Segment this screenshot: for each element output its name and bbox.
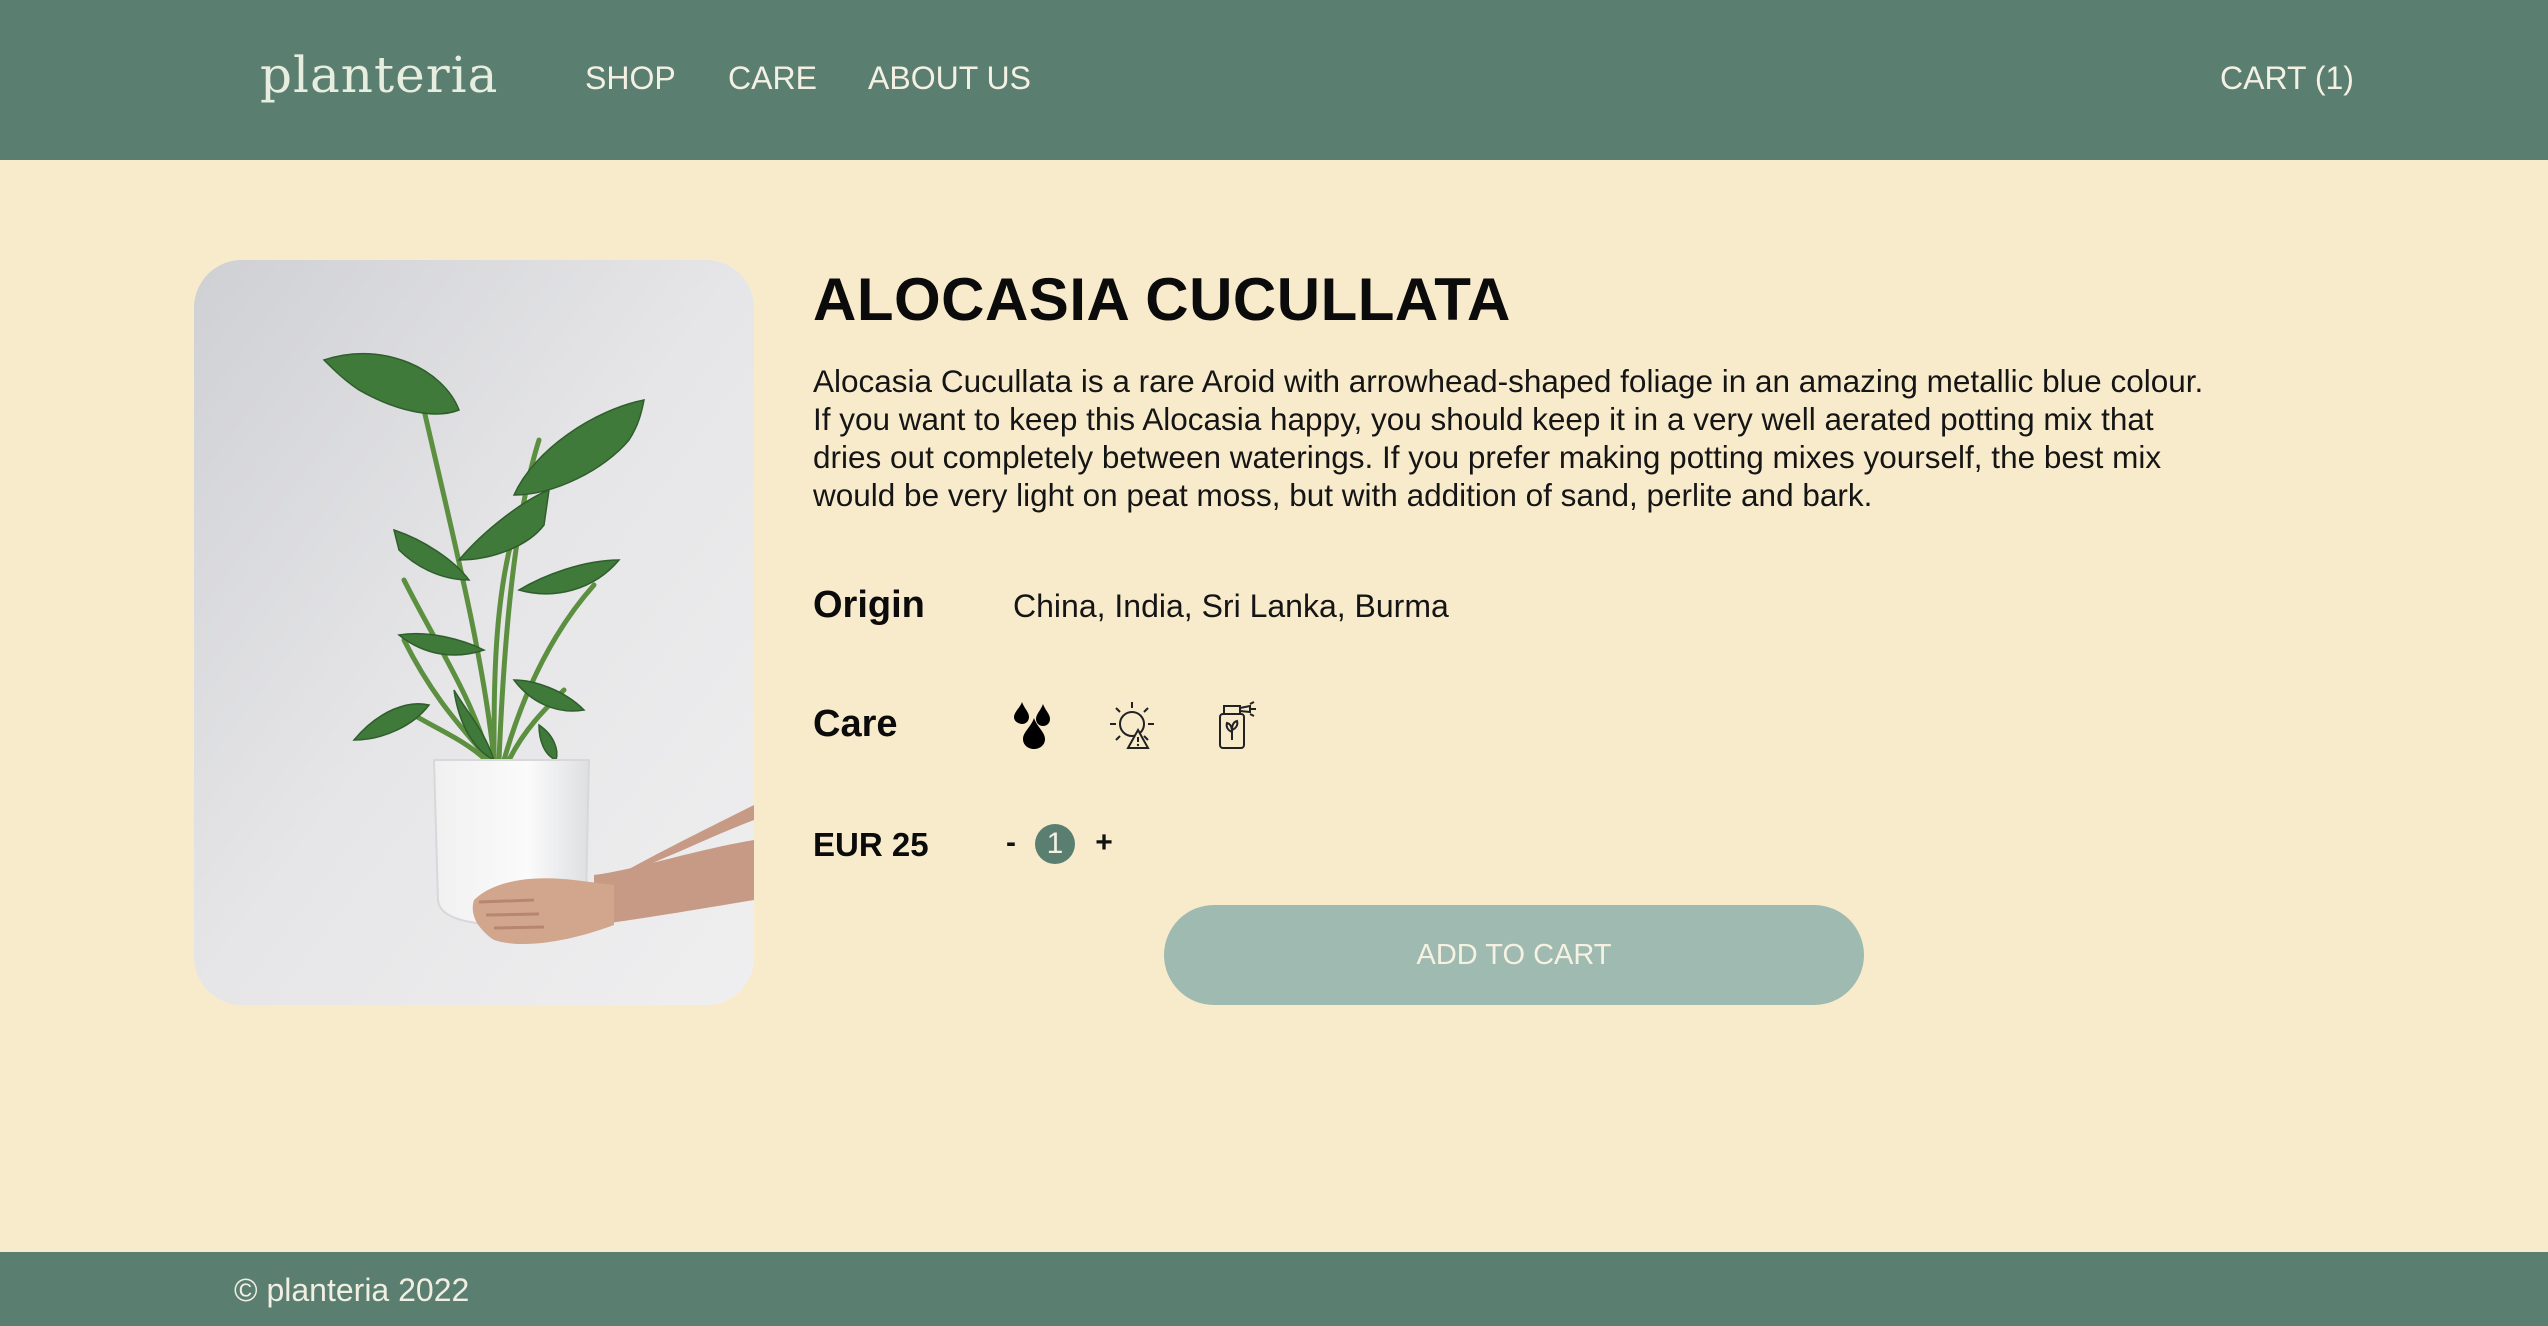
site-header: planteria SHOP CARE ABOUT US CART (1) (0, 0, 2548, 160)
water-drops-icon (1010, 700, 1058, 750)
quantity-decrease-button[interactable]: - (999, 826, 1023, 860)
care-label: Care (813, 703, 898, 745)
fertilizer-spray-icon (1210, 700, 1258, 750)
nav-care[interactable]: CARE (728, 60, 817, 97)
sun-warning-icon (1110, 700, 1158, 750)
nav-shop[interactable]: SHOP (585, 60, 676, 97)
product-description: Alocasia Cucullata is a rare Aroid with … (813, 363, 2204, 513)
logo[interactable]: planteria (260, 46, 498, 104)
quantity-value: 1 (1035, 824, 1075, 864)
nav-about-us[interactable]: ABOUT US (868, 60, 1031, 97)
add-to-cart-button[interactable]: ADD TO CART (1164, 905, 1864, 1005)
origin-label: Origin (813, 584, 925, 626)
site-footer: © planteria 2022 (0, 1252, 2548, 1326)
copyright: © planteria 2022 (234, 1272, 470, 1308)
product-title: ALOCASIA CUCULLATA (813, 266, 1511, 333)
quantity-increase-button[interactable]: + (1092, 826, 1116, 860)
price: EUR 25 (813, 826, 929, 863)
cart-link[interactable]: CART (1) (2220, 60, 2354, 97)
product-image (194, 260, 754, 1005)
origin-value: China, India, Sri Lanka, Burma (1013, 588, 1449, 624)
